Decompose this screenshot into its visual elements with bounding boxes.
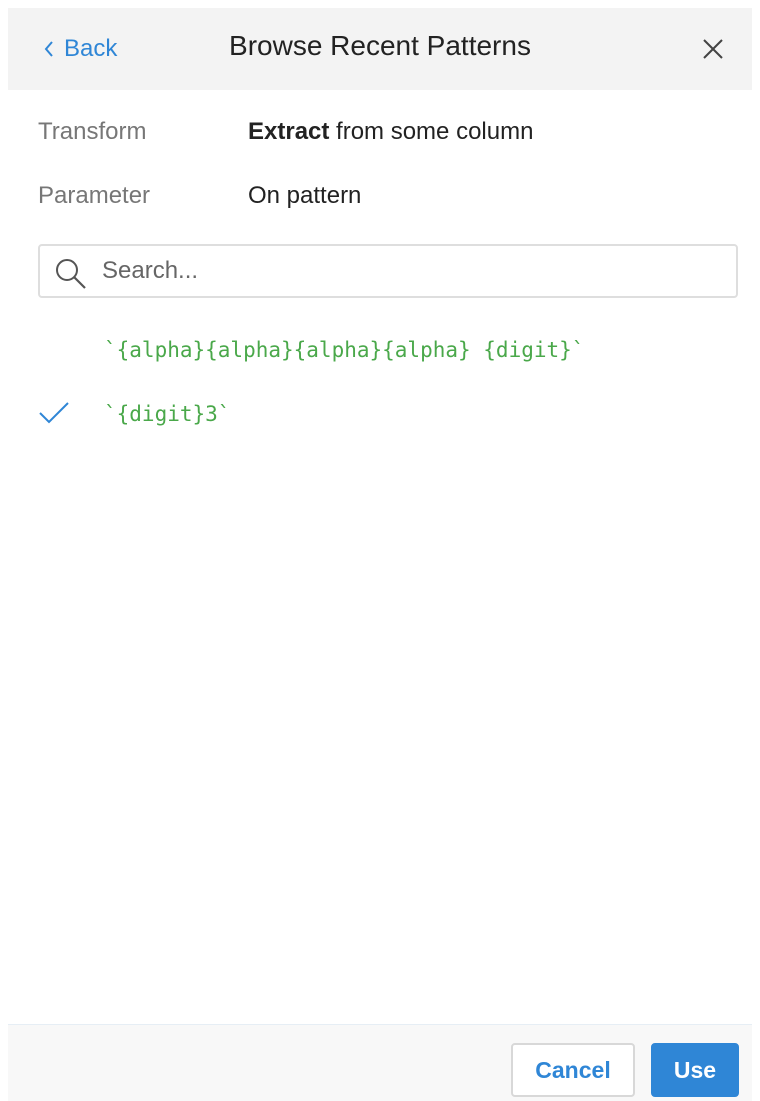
checkmark-icon (39, 402, 69, 424)
parameter-label: Parameter (38, 182, 151, 209)
transform-label: Transform (38, 118, 147, 145)
use-button[interactable]: Use (651, 1043, 739, 1097)
cancel-button[interactable]: Cancel (511, 1043, 635, 1097)
transform-value-bold: Extract (248, 118, 330, 145)
search-icon (56, 259, 86, 289)
dialog-title: Browse Recent Patterns (229, 30, 531, 61)
dialog-footer: Cancel Use (8, 1024, 752, 1101)
search-input[interactable] (102, 255, 702, 287)
close-icon[interactable] (700, 36, 726, 62)
transform-value: Extract from some column (248, 118, 533, 146)
pattern-text: `{digit}3` (104, 402, 231, 426)
browse-patterns-dialog: Back Browse Recent Patterns Transform Ex… (8, 8, 752, 1101)
parameter-value: On pattern (248, 182, 362, 209)
transform-value-rest: from some column (329, 118, 534, 145)
pattern-item[interactable]: `{alpha}{alpha}{alpha}{alpha} {digit}` (38, 330, 738, 374)
pattern-text: `{alpha}{alpha}{alpha}{alpha} {digit}` (104, 338, 585, 362)
dialog-header: Back Browse Recent Patterns (8, 8, 752, 90)
search-box (38, 244, 738, 298)
pattern-item-selected[interactable]: `{digit}3` (38, 394, 738, 438)
